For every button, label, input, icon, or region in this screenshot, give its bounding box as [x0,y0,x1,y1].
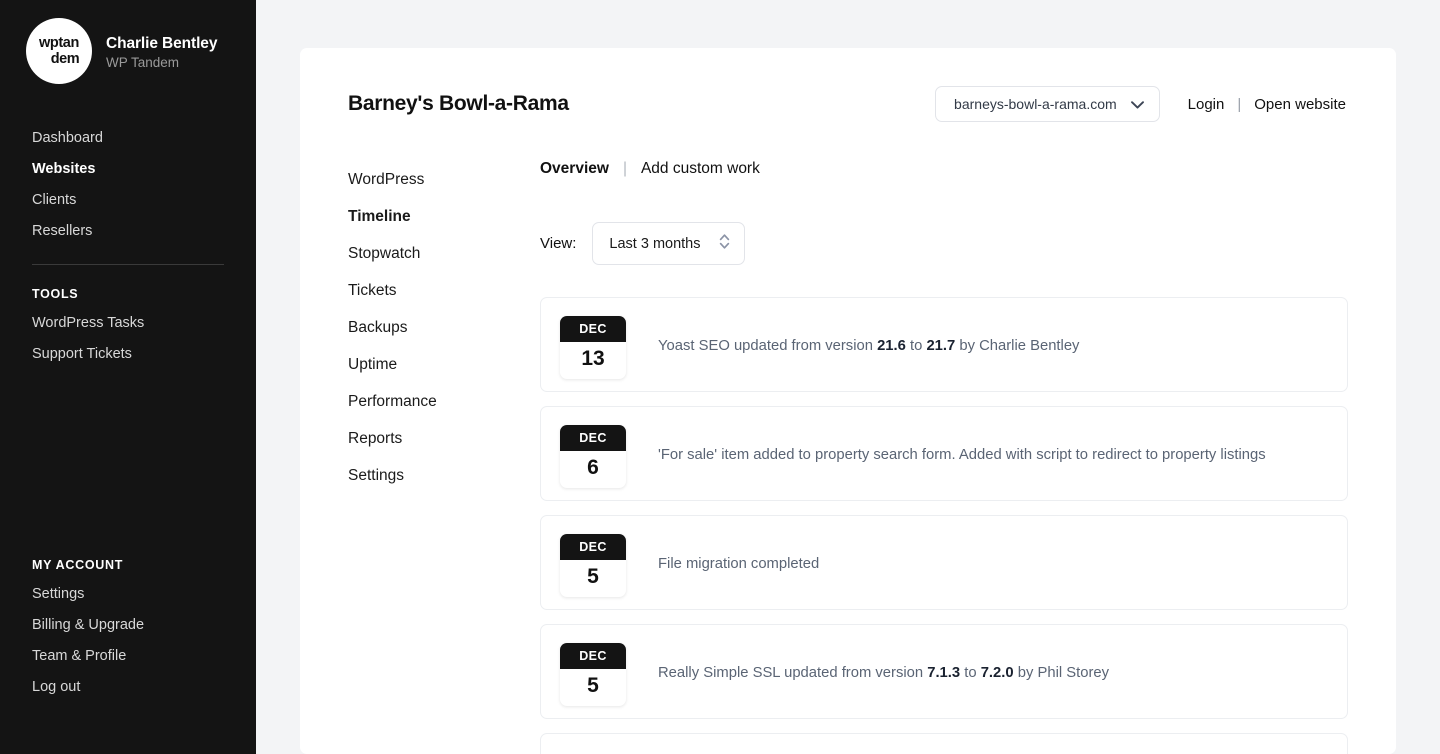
wp-tandem-logo: wptan dem [26,18,92,84]
subnav-item-uptime[interactable]: Uptime [348,346,540,383]
sidebar-item-log-out[interactable]: Log out [0,671,256,702]
view-filter-row: View: Last 3 months [540,222,1348,265]
date-badge-month: DEC [560,316,626,342]
date-badge-month: DEC [560,534,626,560]
sidebar-item-resellers[interactable]: Resellers [0,215,256,246]
tab-add-custom-work[interactable]: Add custom work [641,160,760,178]
brand-block: wptan dem Charlie Bentley WP Tandem [0,0,256,84]
date-badge-month: DEC [560,643,626,669]
content-panel: Barney's Bowl-a-Rama barneys-bowl-a-rama… [300,48,1396,754]
header-right: barneys-bowl-a-rama.com Login | Open web… [935,86,1346,122]
subnav-item-backups[interactable]: Backups [348,309,540,346]
header-links: Login | Open website [1188,96,1346,113]
timeline-entry[interactable] [540,733,1348,754]
domain-selector-value: barneys-bowl-a-rama.com [954,96,1117,112]
app-root: wptan dem Charlie Bentley WP Tandem Dash… [0,0,1440,754]
subnav-item-tickets[interactable]: Tickets [348,272,540,309]
date-badge: DEC 13 [560,316,626,379]
site-subnav: WordPress Timeline Stopwatch Tickets Bac… [348,158,540,754]
main-area: Barney's Bowl-a-Rama barneys-bowl-a-rama… [256,0,1440,754]
page-title: Barney's Bowl-a-Rama [348,92,569,115]
open-website-link[interactable]: Open website [1254,96,1346,113]
timeline-entry[interactable]: DEC 6 'For sale' item added to property … [540,406,1348,501]
header-link-separator: | [1237,95,1242,113]
content-tabs: Overview | Add custom work [540,160,1348,178]
user-name: Charlie Bentley [106,34,218,52]
sidebar-item-wordpress-tasks[interactable]: WordPress Tasks [0,307,256,338]
tab-overview[interactable]: Overview [540,160,609,178]
sidebar-heading-my-account: MY ACCOUNT [32,558,124,572]
date-badge-day: 6 [587,456,599,479]
view-range-select[interactable]: Last 3 months [592,222,745,265]
timeline-entry-text: Yoast SEO updated from version 21.6 to 2… [658,338,1080,354]
login-link[interactable]: Login [1188,96,1225,113]
subnav-item-settings[interactable]: Settings [348,457,540,494]
stepper-updown-icon [719,233,730,254]
subnav-item-performance[interactable]: Performance [348,383,540,420]
subnav-item-timeline[interactable]: Timeline [348,198,540,235]
logo-line-1: wptan [39,35,79,51]
date-badge: DEC 5 [560,643,626,706]
sidebar-item-clients[interactable]: Clients [0,184,256,215]
sidebar-item-team-profile[interactable]: Team & Profile [0,640,256,671]
sidebar-heading-tools: TOOLS [32,287,79,301]
sidebar-item-websites[interactable]: Websites [0,153,256,184]
timeline-entry-text: File migration completed [658,556,820,572]
chevron-down-icon [1130,96,1144,112]
date-badge-day: 5 [587,674,599,697]
primary-nav: Dashboard Websites Clients Resellers TOO… [0,122,256,369]
date-badge: DEC 6 [560,425,626,488]
date-badge-day: 13 [581,347,605,370]
timeline-entry[interactable]: DEC 5 Really Simple SSL updated from ver… [540,624,1348,719]
brand-text: Charlie Bentley WP Tandem [106,33,217,70]
subnav-item-wordpress[interactable]: WordPress [348,161,540,198]
timeline-entry-text: 'For sale' item added to property search… [658,447,1266,463]
org-name: WP Tandem [106,54,180,70]
subnav-item-reports[interactable]: Reports [348,420,540,457]
date-badge-month: DEC [560,425,626,451]
sidebar-item-billing-upgrade[interactable]: Billing & Upgrade [0,609,256,640]
account-nav: MY ACCOUNT Settings Billing & Upgrade Te… [0,558,256,702]
sidebar-item-dashboard[interactable]: Dashboard [0,122,256,153]
view-range-value: Last 3 months [609,235,701,252]
timeline-entry-text: Really Simple SSL updated from version 7… [658,665,1110,681]
panel-header: Barney's Bowl-a-Rama barneys-bowl-a-rama… [348,86,1348,122]
subnav-item-stopwatch[interactable]: Stopwatch [348,235,540,272]
timeline-entry[interactable]: DEC 13 Yoast SEO updated from version 21… [540,297,1348,392]
sidebar-item-settings[interactable]: Settings [0,578,256,609]
domain-selector[interactable]: barneys-bowl-a-rama.com [935,86,1160,122]
date-badge: DEC 5 [560,534,626,597]
date-badge-day: 5 [587,565,599,588]
timeline-list: DEC 13 Yoast SEO updated from version 21… [540,297,1348,754]
sidebar-item-support-tickets[interactable]: Support Tickets [0,338,256,369]
main-sidebar: wptan dem Charlie Bentley WP Tandem Dash… [0,0,256,754]
timeline-entry[interactable]: DEC 5 File migration completed [540,515,1348,610]
tab-separator: | [622,160,627,177]
logo-line-2: dem [50,50,80,67]
view-label: View: [540,235,577,252]
content-column: Overview | Add custom work View: Last 3 … [540,158,1348,754]
panel-columns: WordPress Timeline Stopwatch Tickets Bac… [348,158,1348,754]
